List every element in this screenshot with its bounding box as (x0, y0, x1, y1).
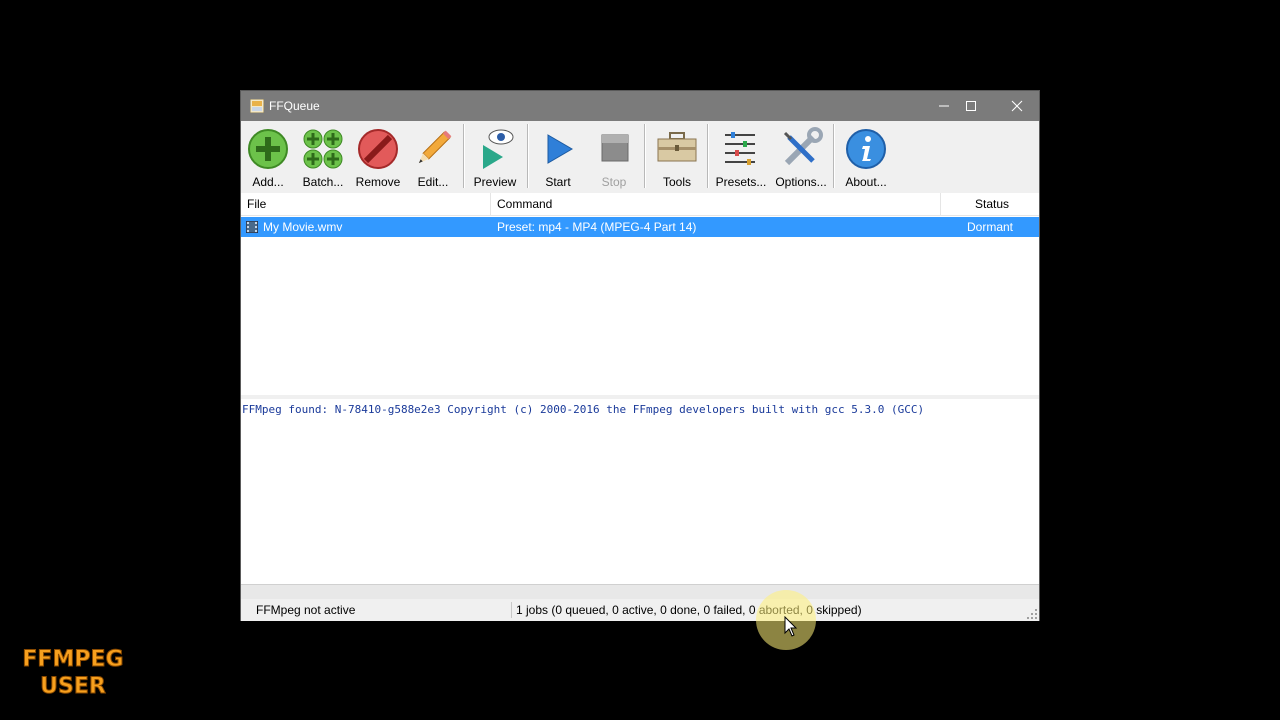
column-file[interactable]: File (247, 193, 266, 215)
ffqueue-window: FFQueue Add... Batch... Remove Edit... P… (240, 90, 1040, 621)
options-button[interactable]: Options... (773, 121, 829, 191)
add-icon (248, 129, 288, 169)
remove-button[interactable]: Remove (351, 121, 405, 191)
toolbox-icon (657, 132, 697, 162)
app-icon (250, 99, 264, 113)
sliders-icon (725, 132, 755, 165)
add-button[interactable]: Add... (243, 121, 293, 191)
wrench-screwdriver-icon (783, 127, 823, 166)
start-button[interactable]: Start (531, 121, 585, 191)
table-row[interactable]: My Movie.wmv Preset: mp4 - MP4 (MPEG-4 P… (241, 217, 1039, 237)
ffmpeg-user-logo: FFMPEG USER (22, 647, 124, 700)
status-divider (511, 602, 512, 618)
toolbar-separator (527, 124, 529, 188)
horizontal-scrollbar[interactable] (241, 584, 1039, 599)
column-status[interactable]: Status (975, 193, 1009, 215)
toolbar-separator (707, 124, 709, 188)
resize-grip-icon[interactable] (1027, 609, 1037, 619)
film-icon (246, 221, 258, 233)
ffmpeg-status: FFMpeg not active (256, 603, 356, 617)
window-title: FFQueue (269, 99, 320, 113)
row-status: Dormant (967, 220, 1014, 234)
play-icon (547, 134, 573, 164)
close-icon (1011, 100, 1023, 112)
about-button[interactable]: About... (839, 121, 893, 191)
stop-icon (601, 134, 629, 162)
batch-icon (303, 129, 343, 169)
preview-icon (483, 129, 514, 169)
edit-button[interactable]: Edit... (407, 121, 459, 191)
toolbar-separator (644, 124, 646, 188)
batch-button[interactable]: Batch... (297, 121, 349, 191)
close-button[interactable] (994, 91, 1040, 121)
column-command[interactable]: Command (497, 193, 552, 215)
remove-icon (358, 129, 398, 169)
tools-button[interactable]: Tools (649, 121, 705, 191)
maximize-icon (966, 101, 976, 111)
toolbar: Add... Batch... Remove Edit... Preview S… (241, 121, 1039, 191)
row-command: Preset: mp4 - MP4 (MPEG-4 Part 14) (497, 220, 697, 234)
preview-button[interactable]: Preview (467, 121, 523, 191)
toolbar-separator (833, 124, 835, 188)
log-line: FFMpeg found: N-78410-g588e2e3 Copyright… (242, 403, 925, 416)
title-bar[interactable]: FFQueue (241, 91, 1039, 121)
job-list[interactable]: File Command Status My Movie.wmv Preset:… (241, 193, 1039, 395)
status-bar: FFMpeg not active 1 jobs (0 queued, 0 ac… (241, 599, 1039, 621)
info-icon (846, 129, 886, 169)
presets-button[interactable]: Presets... (711, 121, 771, 191)
row-file: My Movie.wmv (263, 220, 343, 234)
mouse-pointer-icon (784, 616, 798, 637)
stop-button[interactable]: Stop (587, 121, 641, 191)
log-panel[interactable]: FFMpeg found: N-78410-g588e2e3 Copyright… (241, 399, 1039, 584)
toolbar-separator (463, 124, 465, 188)
maximize-button[interactable] (948, 91, 994, 121)
pencil-icon (418, 130, 452, 164)
column-divider[interactable] (490, 193, 491, 215)
column-divider[interactable] (940, 193, 941, 215)
list-header: File Command Status (241, 193, 1039, 216)
